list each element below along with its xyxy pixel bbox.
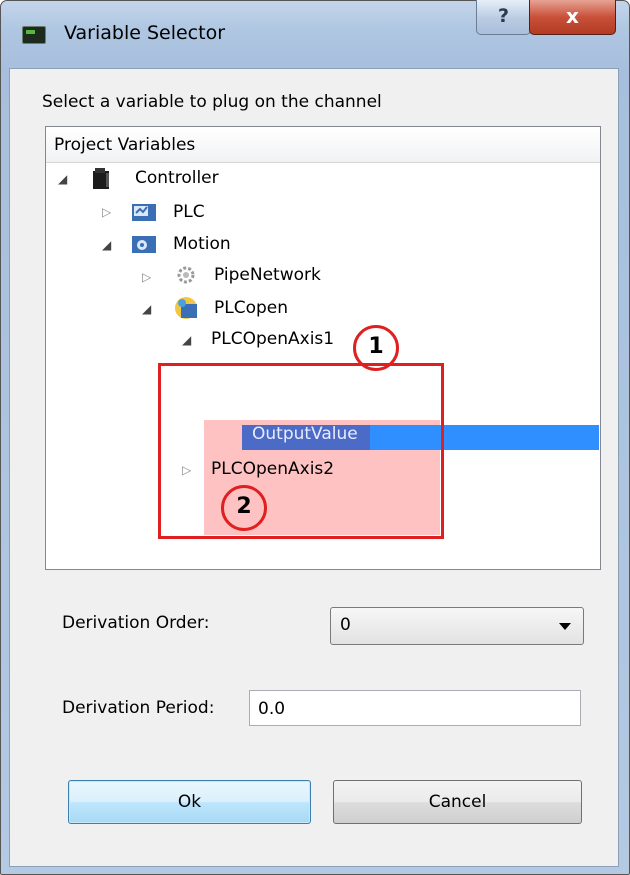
derivation-period-input[interactable]: 0.0 xyxy=(249,690,581,726)
callout-1: 1 xyxy=(353,325,399,371)
controller-icon xyxy=(90,167,112,189)
chevron-down-icon xyxy=(559,623,571,630)
tree-header[interactable]: Project Variables xyxy=(46,127,600,163)
title-bar[interactable]: Variable Selector ? x xyxy=(0,0,630,70)
tree-node-plcopen[interactable]: PLCopen xyxy=(214,293,288,323)
tree-node-pipenetwork[interactable]: PipeNetwork xyxy=(214,260,321,290)
app-icon xyxy=(22,26,46,44)
motion-icon xyxy=(131,233,156,255)
callout-2: 2 xyxy=(221,485,267,531)
derivation-order-value: 0 xyxy=(340,615,351,635)
instruction-text: Select a variable to plug on the channel xyxy=(42,92,382,112)
derivation-period-label: Derivation Period: xyxy=(62,698,215,718)
annotation-box xyxy=(158,363,444,539)
collapsed-arrow-icon[interactable]: ▷ xyxy=(142,270,156,284)
collapsed-arrow-icon[interactable]: ▷ xyxy=(102,205,116,219)
derivation-order-select[interactable]: 0 xyxy=(330,607,584,645)
plc-icon xyxy=(131,201,156,223)
expand-arrow-icon[interactable]: ◢ xyxy=(102,238,116,252)
cancel-button[interactable]: Cancel xyxy=(333,780,582,824)
tree-header-label: Project Variables xyxy=(54,135,196,155)
ok-button[interactable]: Ok xyxy=(68,780,311,824)
derivation-order-label: Derivation Order: xyxy=(62,613,210,633)
tree-node-plc[interactable]: PLC xyxy=(173,197,205,227)
dialog-body: Select a variable to plug on the channel… xyxy=(9,68,619,867)
expand-arrow-icon[interactable]: ◢ xyxy=(58,172,72,186)
plcopen-icon xyxy=(172,295,197,319)
help-button[interactable]: ? xyxy=(476,0,531,35)
tree-node-controller[interactable]: Controller xyxy=(135,163,219,193)
gear-icon xyxy=(175,264,197,286)
expand-arrow-icon[interactable]: ◢ xyxy=(182,333,196,347)
variable-tree[interactable]: Project Variables ◢ Controller ▷ PLC ◢ M… xyxy=(45,126,601,570)
tree-node-motion[interactable]: Motion xyxy=(173,229,231,259)
expand-arrow-icon[interactable]: ◢ xyxy=(142,302,156,316)
window-title: Variable Selector xyxy=(64,22,226,44)
tree-node-plcopenaxis1[interactable]: PLCOpenAxis1 xyxy=(211,324,334,354)
close-button[interactable]: x xyxy=(529,0,616,35)
